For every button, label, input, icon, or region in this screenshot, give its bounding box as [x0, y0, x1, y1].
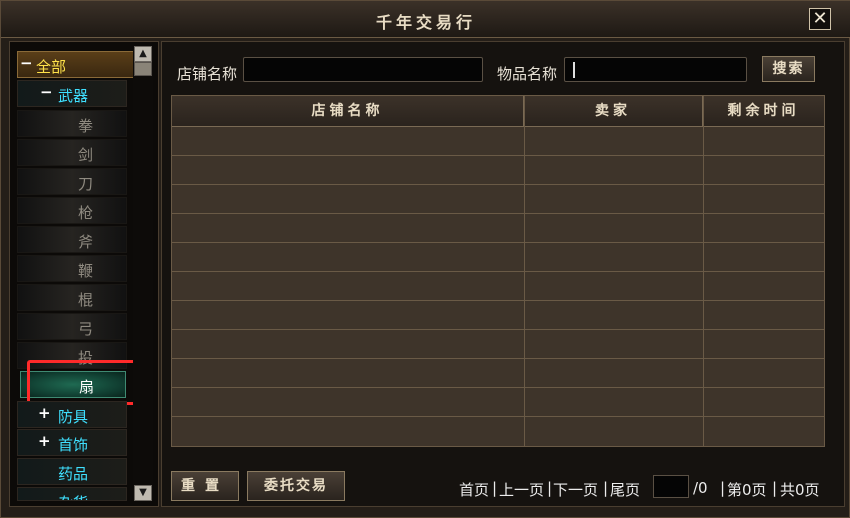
- subcategory-fist[interactable]: 拳: [17, 110, 127, 137]
- page-total: /0: [693, 479, 708, 497]
- shop-name-input[interactable]: [243, 57, 483, 82]
- shop-name-label: 店铺名称: [177, 65, 238, 83]
- table-row[interactable]: [172, 214, 824, 243]
- table-row[interactable]: [172, 243, 824, 272]
- pager-separator: |: [603, 479, 609, 497]
- column-header-shop[interactable]: 店铺名称: [172, 96, 524, 127]
- sidebar-scrollbar[interactable]: [133, 46, 153, 501]
- subcategory-label: 拳: [78, 117, 94, 135]
- pager-separator: |: [772, 479, 778, 497]
- subcategory-label: 剑: [78, 146, 94, 164]
- text-caret: [573, 62, 575, 78]
- prev-page-link[interactable]: 上一页: [499, 479, 544, 500]
- pager-separator: |: [492, 479, 498, 497]
- last-page-link[interactable]: 尾页: [610, 479, 640, 500]
- subcategory-label: 弓: [78, 320, 94, 338]
- total-pages: 共0页: [780, 481, 820, 499]
- subcategory-label: 棍: [78, 291, 94, 309]
- category-medicine-label: 药品: [58, 465, 89, 483]
- table-row[interactable]: [172, 127, 824, 156]
- subcategory-blade[interactable]: 刀: [17, 168, 127, 195]
- subcategory-whip[interactable]: 鞭: [17, 255, 127, 282]
- table-row[interactable]: [172, 388, 824, 417]
- title-bar[interactable]: 千年交易行 ✕: [1, 1, 850, 38]
- subcategory-axe[interactable]: 斧: [17, 226, 127, 253]
- scroll-down-icon[interactable]: ▼: [134, 485, 152, 501]
- current-page: 第0页: [727, 481, 767, 499]
- subcategory-label: 刀: [78, 175, 94, 193]
- category-armor-label: 防具: [58, 408, 89, 426]
- item-name-input[interactable]: [564, 57, 747, 82]
- pager-separator: |: [720, 479, 726, 497]
- table-row[interactable]: [172, 272, 824, 301]
- category-armor[interactable]: + 防具: [17, 401, 127, 428]
- subcategory-label: 鞭: [78, 262, 94, 280]
- table-row[interactable]: [172, 156, 824, 185]
- category-misc-label: 杂货: [58, 492, 88, 500]
- category-misc[interactable]: 杂货: [17, 487, 127, 501]
- category-medicine[interactable]: 药品: [17, 458, 127, 485]
- expand-icon[interactable]: +: [38, 404, 51, 422]
- column-header-seller[interactable]: 卖家: [524, 96, 703, 127]
- table-row[interactable]: [172, 301, 824, 330]
- collapse-icon[interactable]: −: [40, 83, 53, 101]
- expand-icon[interactable]: +: [38, 432, 51, 450]
- consign-trade-button[interactable]: 委托交易: [247, 471, 345, 501]
- search-button[interactable]: 搜索: [762, 56, 815, 82]
- category-all[interactable]: − 全部: [17, 51, 135, 78]
- table-row[interactable]: [172, 330, 824, 359]
- scroll-thumb[interactable]: [134, 62, 152, 76]
- trade-window: 千年交易行 ✕ − 全部 − 武器 拳 剑 刀 枪 斧 鞭 棍 弓 投 扇 +: [0, 0, 850, 518]
- subcategory-sword[interactable]: 剑: [17, 139, 127, 166]
- selection-highlight: [27, 360, 138, 405]
- reset-button[interactable]: 重置: [171, 471, 239, 501]
- category-all-label: 全部: [36, 58, 67, 76]
- subcategory-staff[interactable]: 棍: [17, 284, 127, 311]
- column-header-time[interactable]: 剩余时间: [703, 96, 824, 127]
- subcategory-label: 枪: [78, 204, 94, 222]
- page-number-input[interactable]: [653, 475, 689, 498]
- column-divider: [524, 96, 525, 446]
- listing-table: 店铺名称 卖家 剩余时间: [171, 95, 825, 447]
- table-row[interactable]: [172, 417, 824, 446]
- next-page-link[interactable]: 下一页: [553, 479, 598, 500]
- subcategory-label: 斧: [78, 233, 94, 251]
- category-weapons[interactable]: − 武器: [17, 80, 127, 107]
- subcategory-bow[interactable]: 弓: [17, 313, 127, 340]
- category-jewelry-label: 首饰: [58, 436, 89, 454]
- collapse-icon[interactable]: −: [20, 54, 33, 72]
- window-title: 千年交易行: [375, 13, 476, 32]
- table-row[interactable]: [172, 185, 824, 214]
- category-jewelry[interactable]: + 首饰: [17, 429, 127, 456]
- subcategory-spear[interactable]: 枪: [17, 197, 127, 224]
- table-row[interactable]: [172, 359, 824, 388]
- item-name-label: 物品名称: [497, 65, 558, 83]
- scroll-up-icon[interactable]: ▲: [134, 46, 152, 62]
- close-icon[interactable]: ✕: [809, 8, 831, 30]
- column-divider: [703, 96, 704, 446]
- pager-separator: |: [547, 479, 553, 497]
- first-page-link[interactable]: 首页: [459, 479, 489, 500]
- category-weapons-label: 武器: [58, 87, 89, 105]
